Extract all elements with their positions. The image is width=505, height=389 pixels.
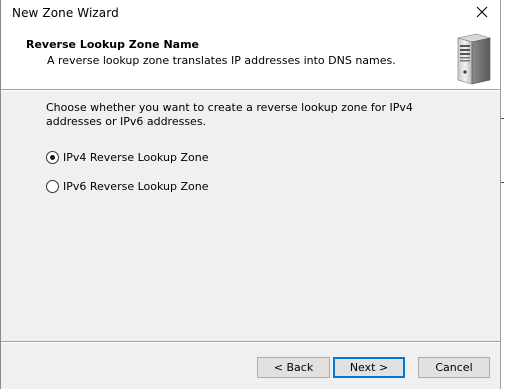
page-title: Reverse Lookup Zone Name (26, 38, 200, 51)
ipv6-label[interactable]: IPv6 Reverse Lookup Zone (63, 180, 208, 193)
window-title: New Zone Wizard (12, 6, 119, 20)
wizard-header: Reverse Lookup Zone Name A reverse looku… (1, 26, 500, 89)
next-button[interactable]: Next > (333, 357, 405, 378)
background-mark (501, 182, 504, 183)
footer-divider-highlight (1, 342, 500, 343)
header-divider-highlight (1, 90, 500, 91)
background-strip (501, 0, 505, 389)
title-bar[interactable]: New Zone Wizard (1, 0, 500, 26)
ipv6-radio[interactable] (46, 179, 59, 193)
background-mark (501, 118, 504, 119)
ipv4-radio[interactable] (46, 150, 59, 164)
back-button[interactable]: < Back (257, 357, 330, 378)
cancel-button[interactable]: Cancel (418, 357, 490, 378)
instructions-text: Choose whether you want to create a reve… (46, 101, 413, 128)
ipv6-option[interactable]: IPv6 Reverse Lookup Zone (46, 178, 208, 194)
server-icon (457, 33, 491, 85)
close-button[interactable] (464, 0, 500, 26)
ipv4-label[interactable]: IPv4 Reverse Lookup Zone (63, 151, 208, 164)
page-subtitle: A reverse lookup zone translates IP addr… (47, 54, 396, 67)
close-icon (476, 6, 488, 18)
new-zone-wizard-dialog: New Zone Wizard Reverse Lookup Zone Name… (0, 0, 505, 389)
ipv4-option[interactable]: IPv4 Reverse Lookup Zone (46, 149, 208, 165)
